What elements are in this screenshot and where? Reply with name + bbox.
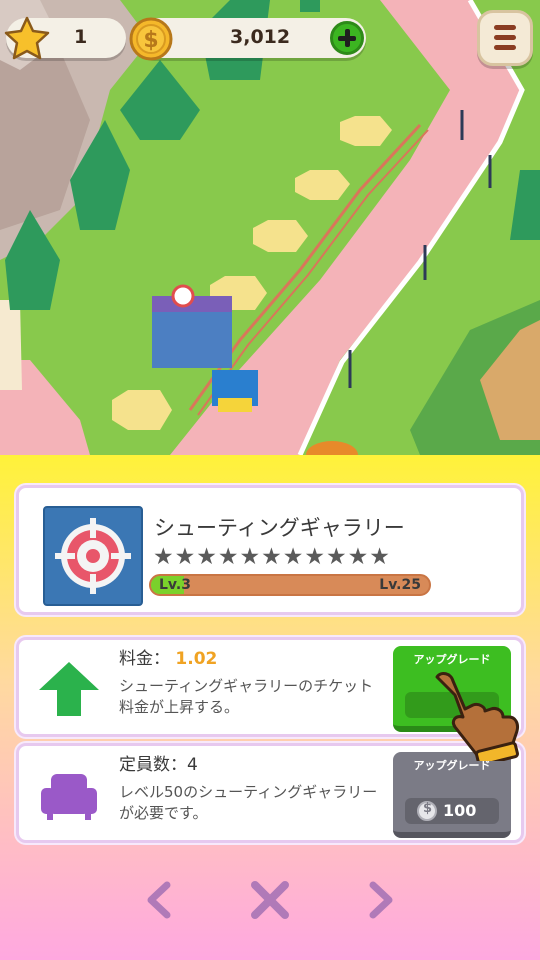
attraction-icon <box>43 506 143 606</box>
chevron-left-icon[interactable] <box>135 875 185 925</box>
fee-description: シューティングギャラリーのチケット料金が上昇する。 <box>119 677 374 716</box>
coins-count: 3,012 <box>230 26 291 48</box>
rating-star-icon: ★ <box>282 544 305 570</box>
target-icon <box>55 518 131 594</box>
level-progress-bar: Lv.3 Lv.25 <box>149 574 431 596</box>
silver-coin-icon <box>417 801 437 821</box>
level-max: Lv.25 <box>379 577 421 593</box>
menu-icon <box>494 25 516 30</box>
rating-star-icon: ★ <box>261 544 283 570</box>
tutorial-hand-pointer-icon <box>435 672 519 761</box>
capacity-price: 100 <box>443 801 477 820</box>
svg-text:$: $ <box>143 28 158 53</box>
coins-counter: $ 3,012 <box>129 17 366 61</box>
fee-value: 1.02 <box>175 649 218 669</box>
stars-counter: 1 <box>4 16 126 60</box>
stars-count: 1 <box>74 26 88 48</box>
capacity-description: レベル50のシューティングギャラリーが必要です。 <box>119 783 378 822</box>
park-map[interactable]: 1 $ 3,012 <box>0 0 540 455</box>
fee-title: 料金： 1.02 <box>119 644 217 669</box>
park-map-scene <box>0 0 540 455</box>
fee-title-label: 料金： <box>119 649 170 669</box>
coin-icon: $ <box>129 17 173 61</box>
attraction-star-rating: ★★★★★★★★★★★ <box>153 544 391 570</box>
attraction-name: シューティングギャラリー <box>154 516 405 540</box>
chevron-right-icon[interactable] <box>355 875 405 925</box>
star-icon <box>4 16 50 60</box>
seat-icon <box>41 774 97 820</box>
rating-star-icon: ★ <box>174 544 197 570</box>
rating-star-icon: ★ <box>304 544 326 570</box>
attraction-header-card: シューティングギャラリー ★★★★★★★★★★★ Lv.3 Lv.25 <box>16 485 524 615</box>
level-current: Lv.3 <box>159 577 191 593</box>
capacity-title: 定員数：4 <box>119 755 198 775</box>
rating-star-icon: ★ <box>239 544 262 570</box>
rating-star-icon: ★ <box>217 544 240 570</box>
arrow-up-icon <box>39 662 99 716</box>
rating-star-icon: ★ <box>153 544 175 570</box>
add-coins-button[interactable] <box>330 21 364 55</box>
menu-button[interactable] <box>477 10 533 66</box>
rating-star-icon: ★ <box>347 544 370 570</box>
capacity-price-chip: 100 <box>405 798 499 824</box>
menu-icon-line <box>494 35 516 40</box>
close-icon[interactable] <box>245 875 295 925</box>
rating-star-icon: ★ <box>196 544 218 570</box>
rating-star-icon: ★ <box>369 544 391 570</box>
capacity-upgrade-button[interactable]: アップグレード 100 <box>393 752 511 838</box>
rating-star-icon: ★ <box>326 544 348 570</box>
menu-icon-line <box>494 45 516 50</box>
